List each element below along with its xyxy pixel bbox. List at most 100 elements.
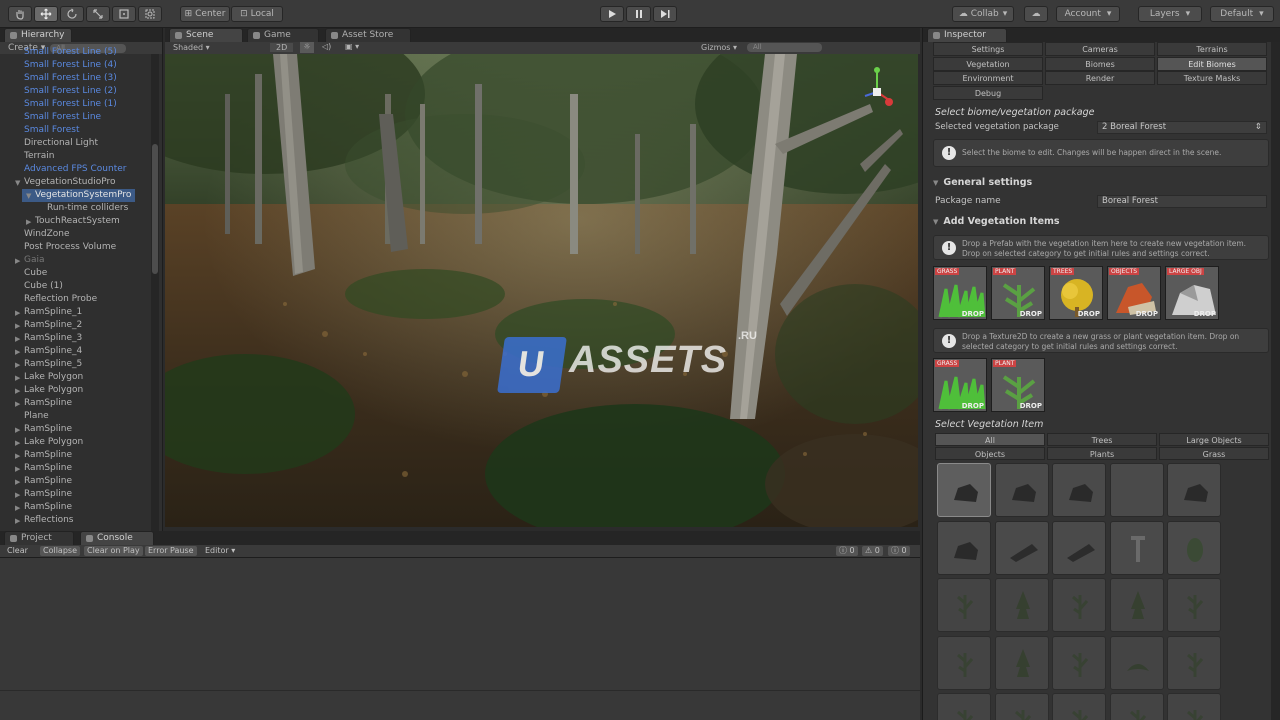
category-tab[interactable]: Trees	[1047, 433, 1157, 446]
hierarchy-item[interactable]: Cube (1)	[0, 280, 150, 293]
category-tab[interactable]: Large Objects	[1159, 433, 1269, 446]
vegetation-item-thumbnail[interactable]	[1109, 578, 1164, 632]
vegetation-item-thumbnail[interactable]	[1167, 693, 1221, 720]
inspector-scrollbar[interactable]	[1271, 42, 1280, 720]
tab-asset-store[interactable]: Asset Store	[325, 28, 411, 42]
hierarchy-item[interactable]: ▶ RamSpline	[0, 462, 150, 475]
hierarchy-scrollbar[interactable]	[151, 54, 159, 531]
rect-tool-button[interactable]	[112, 6, 136, 22]
layout-dropdown[interactable]: Default ▾	[1210, 6, 1274, 22]
vegetation-item-thumbnail[interactable]	[1052, 463, 1106, 517]
inspector-tab-button[interactable]: Biomes	[1045, 56, 1155, 71]
hierarchy-item[interactable]: ▶ RamSpline	[0, 423, 150, 436]
inspector-tab-button[interactable]: Cameras	[1045, 42, 1155, 56]
vegetation-item-thumbnail[interactable]	[994, 693, 1049, 720]
add-vegetation-header[interactable]: ▼ Add Vegetation Items	[933, 216, 1060, 227]
tab-inspector[interactable]: Inspector	[927, 28, 1007, 42]
vegetation-item-thumbnail[interactable]	[1167, 635, 1221, 690]
vegetation-item-thumbnail[interactable]	[1052, 693, 1106, 720]
error-pause-button[interactable]: Error Pause	[145, 546, 197, 556]
transform-tool-button[interactable]	[138, 6, 162, 22]
vegetation-item-thumbnail[interactable]	[1052, 520, 1106, 575]
inspector-tab-button[interactable]: Environment	[933, 71, 1043, 85]
vegetation-item-thumbnail[interactable]	[937, 635, 991, 690]
hierarchy-item[interactable]: Advanced FPS Counter	[0, 163, 150, 176]
account-dropdown[interactable]: Account ▾	[1056, 6, 1120, 22]
hierarchy-item[interactable]: Reflection Probe	[0, 293, 150, 306]
vegetation-item-thumbnail[interactable]	[1052, 635, 1106, 690]
vegetation-item-thumbnail[interactable]	[1052, 578, 1106, 632]
space-toggle-button[interactable]: ⊡ Local	[231, 6, 283, 22]
tab-console[interactable]: Console	[80, 531, 154, 545]
drop-target-trees[interactable]: TREES DROP	[1049, 266, 1103, 320]
info-count-toggle[interactable]: ⓘ 0	[836, 546, 858, 556]
package-name-field[interactable]: Boreal Forest	[1097, 195, 1267, 208]
pause-button[interactable]	[626, 6, 651, 22]
tab-game[interactable]: Game	[247, 28, 319, 42]
vegetation-item-thumbnail[interactable]	[937, 520, 991, 575]
editor-dropdown[interactable]: Editor ▾	[202, 546, 238, 556]
hierarchy-item[interactable]: ▶ RamSpline_1	[0, 306, 150, 319]
hierarchy-item[interactable]: Small Forest Line	[0, 111, 150, 124]
hierarchy-item[interactable]: ▶ Gaia	[0, 254, 150, 267]
hierarchy-scroll-thumb[interactable]	[152, 144, 158, 274]
hierarchy-item[interactable]: ▶ RamSpline	[0, 488, 150, 501]
scene-viewport[interactable]: U ASSETS .RU	[165, 54, 918, 527]
layers-dropdown[interactable]: Layers ▾	[1138, 6, 1202, 22]
hierarchy-item[interactable]: ▼ VegetationStudioPro	[0, 176, 150, 189]
hierarchy-item[interactable]: ▶ RamSpline	[0, 397, 150, 410]
vegetation-item-thumbnail[interactable]	[1109, 520, 1164, 575]
hierarchy-item[interactable]: Small Forest Line (1)	[0, 98, 150, 111]
category-tab[interactable]: Objects	[935, 447, 1045, 460]
scene-search-input[interactable]: All	[747, 43, 822, 52]
hierarchy-item[interactable]: ▶ Reflections	[0, 514, 150, 527]
vegetation-item-thumbnail[interactable]	[994, 520, 1049, 575]
vegetation-item-thumbnail[interactable]	[994, 578, 1049, 632]
effects-toggle[interactable]: ▣ ▾	[345, 42, 359, 51]
step-button[interactable]	[653, 6, 677, 22]
category-tab[interactable]: All	[935, 433, 1045, 446]
clear-button[interactable]: Clear	[4, 546, 31, 556]
hierarchy-item[interactable]: ▶ RamSpline_2	[0, 319, 150, 332]
rotate-tool-button[interactable]	[60, 6, 84, 22]
drop-target-large-obj[interactable]: LARGE OBJ DROP	[1165, 266, 1219, 320]
collab-dropdown[interactable]: ☁ Collab ▾	[952, 6, 1014, 22]
vegetation-item-thumbnail[interactable]	[1109, 693, 1164, 720]
tab-scene[interactable]: Scene	[169, 28, 243, 42]
hierarchy-item[interactable]: Directional Light	[0, 137, 150, 150]
warning-count-toggle[interactable]: ⚠ 0	[862, 546, 883, 556]
hierarchy-item[interactable]: Run-time colliders	[0, 202, 150, 215]
shading-mode-dropdown[interactable]: Shaded ▾	[173, 43, 210, 52]
audio-toggle[interactable]: ◁)	[322, 42, 331, 51]
hierarchy-item[interactable]: Post Process Volume	[0, 241, 150, 254]
hierarchy-item[interactable]: Small Forest Line (2)	[0, 85, 150, 98]
vegetation-item-thumbnail[interactable]	[937, 578, 991, 632]
hierarchy-item[interactable]: ▶ RamSpline	[0, 501, 150, 514]
hierarchy-item[interactable]: Small Forest Line (3)	[0, 72, 150, 85]
inspector-tab-button[interactable]: Debug	[933, 85, 1043, 100]
hierarchy-item[interactable]: Small Forest	[0, 124, 150, 137]
hierarchy-item[interactable]: ▶ RamSpline_5	[0, 358, 150, 371]
vegetation-item-thumbnail[interactable]	[1167, 520, 1221, 575]
play-button[interactable]	[600, 6, 624, 22]
hierarchy-item[interactable]: ▼ VegetationSystemPro	[22, 189, 135, 202]
inspector-tab-button[interactable]: Settings	[933, 42, 1043, 56]
drop-target-plant[interactable]: PLANT DROP	[991, 266, 1045, 320]
vegetation-item-thumbnail[interactable]	[1109, 463, 1164, 517]
hand-tool-button[interactable]	[8, 6, 32, 22]
inspector-tab-button[interactable]: Edit Biomes	[1157, 56, 1267, 71]
vegetation-item-thumbnail[interactable]	[994, 463, 1049, 517]
hierarchy-item[interactable]: Terrain	[0, 150, 150, 163]
hierarchy-item[interactable]: Small Forest Line (5)	[0, 46, 150, 59]
hierarchy-item[interactable]: ▶ Lake Polygon	[0, 371, 150, 384]
hierarchy-item[interactable]: ▶ RamSpline_3	[0, 332, 150, 345]
category-tab[interactable]: Plants	[1047, 447, 1157, 460]
general-settings-header[interactable]: ▼ General settings	[933, 177, 1032, 188]
lighting-toggle[interactable]: ☼	[300, 42, 314, 53]
inspector-tab-button[interactable]: Texture Masks	[1157, 71, 1267, 85]
hierarchy-item[interactable]: ▶ Lake Polygon	[0, 436, 150, 449]
pivot-toggle-button[interactable]: ⊞ Center	[180, 6, 230, 22]
cloud-services-button[interactable]: ☁	[1024, 6, 1048, 22]
move-tool-button[interactable]	[34, 6, 58, 22]
tab-hierarchy[interactable]: Hierarchy	[4, 28, 72, 42]
